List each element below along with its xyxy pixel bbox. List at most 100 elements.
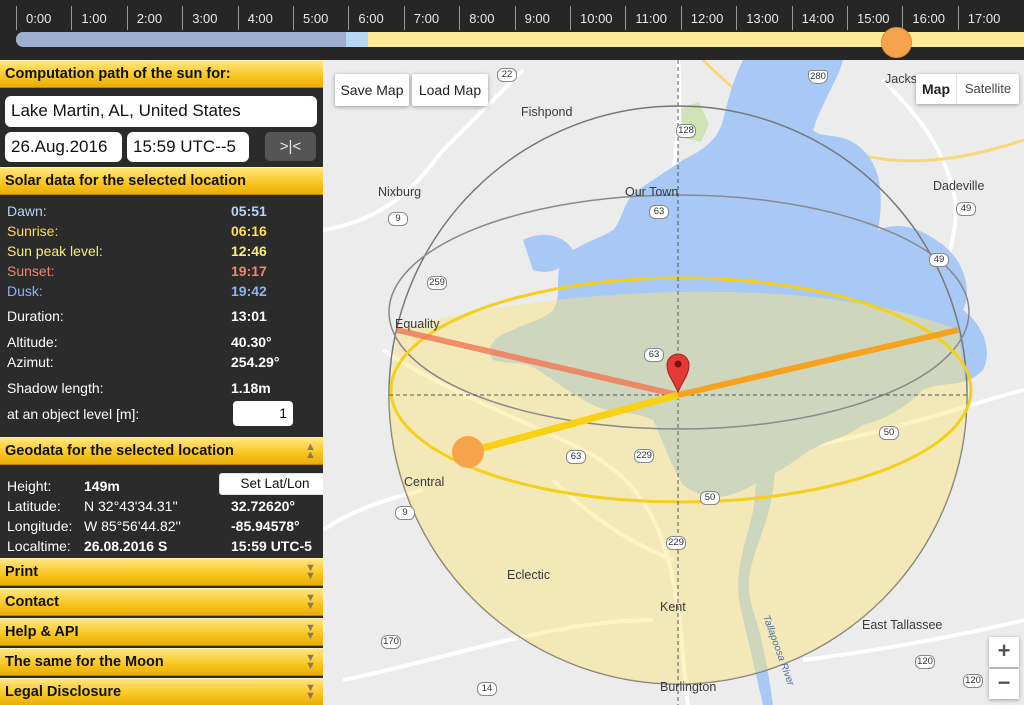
section-label: Legal Disclosure	[5, 684, 122, 700]
timeline-hour-tick[interactable]: 0:00	[16, 6, 51, 30]
solar-row-label: Dawn:	[7, 203, 47, 219]
current-sun-position	[452, 436, 484, 468]
timeline-hour-tick[interactable]: 5:00	[293, 6, 328, 30]
place-label: Burlington	[660, 680, 717, 694]
timeline-hour-tick[interactable]: 16:00	[902, 6, 945, 30]
expand-down-icon[interactable]: ▼ ▼	[304, 653, 317, 672]
timeline-hour-tick[interactable]: 9:00	[514, 6, 550, 30]
path-header: Computation path of the sun for:	[0, 60, 323, 88]
section-header[interactable]: The same for the Moon ▼ ▼	[0, 648, 323, 676]
solar-row-label: Sunrise:	[7, 223, 59, 239]
zoom-in-button[interactable]: +	[989, 637, 1019, 667]
solar-row-value: 1.18m	[231, 380, 271, 396]
timeline-hour-tick[interactable]: 2:00	[126, 6, 162, 30]
section-label: Help & API	[5, 624, 79, 640]
localtime-date: 26.08.2016 S	[84, 538, 168, 554]
place-label: Our Town	[625, 185, 679, 199]
solar-row-label: Dusk:	[7, 283, 43, 299]
map-view[interactable]: Fishpond Jacks Our Town Nixburg Dadevill…	[323, 60, 1024, 705]
geo-header[interactable]: Geodata for the selected location ▲ ▲	[0, 437, 323, 465]
localtime-label: Localtime:	[7, 538, 71, 554]
time-input[interactable]: 15:59 UTC--5	[127, 132, 249, 162]
timeline-handle[interactable]	[880, 27, 912, 58]
expand-down-icon[interactable]: ▼ ▼	[304, 593, 317, 612]
timeline-hour-tick[interactable]: 6:00	[348, 6, 384, 30]
latitude-dms: N 32°43'34.31''	[84, 498, 178, 514]
solar-row-label: at an object level [m]:	[7, 406, 140, 422]
collapse-up-icon[interactable]: ▲ ▲	[304, 442, 317, 461]
save-map-button[interactable]: Save Map	[335, 74, 409, 106]
timeline-night-segment	[16, 32, 346, 47]
road-shield: 120	[915, 655, 935, 669]
section-label: Contact	[5, 594, 59, 610]
zoom-out-button[interactable]: −	[989, 669, 1019, 699]
location-pin-dot	[674, 360, 682, 368]
timeline[interactable]: 0:00 1:00 2:00 3:00 4:00 5:00 6:00 7:00 8:00 9:00…	[0, 0, 1024, 60]
road-shield: 49	[929, 253, 949, 267]
timeline-track[interactable]	[16, 32, 1024, 47]
place-label: Nixburg	[378, 185, 422, 199]
road-shield: 50	[879, 426, 899, 440]
location-input[interactable]: Lake Martin, AL, United States	[5, 96, 317, 127]
height-label: Height:	[7, 478, 52, 494]
load-map-button[interactable]: Load Map	[412, 74, 488, 106]
solar-row-value: 254.29°	[231, 354, 280, 370]
road-shield: 170	[381, 635, 401, 649]
solar-row-value: 19:17	[231, 263, 267, 279]
solar-row-label: Sunset:	[7, 263, 55, 279]
place-label: Central	[404, 475, 445, 489]
road-shield: 63	[644, 348, 664, 362]
section-header[interactable]: Contact ▼ ▼	[0, 588, 323, 616]
map-type-map[interactable]: Map	[916, 74, 956, 104]
place-label: Eclectic	[507, 568, 551, 582]
latitude-decimal: 32.72620°	[231, 498, 295, 514]
solar-row-value: 19:42	[231, 283, 267, 299]
road-shield: 229	[634, 449, 654, 463]
timeline-hour-tick[interactable]: 14:00	[791, 6, 834, 30]
section-label: The same for the Moon	[5, 654, 164, 670]
timeline-hour-tick[interactable]: 8:00	[459, 6, 495, 30]
now-button[interactable]: >|<	[265, 132, 316, 161]
timeline-hour-tick[interactable]: 4:00	[237, 6, 273, 30]
timeline-hour-tick[interactable]: 13:00	[736, 6, 779, 30]
road-shield: 63	[566, 450, 586, 464]
road-shield: 22	[497, 68, 517, 82]
section-label: Print	[5, 564, 39, 580]
latitude-label: Latitude:	[7, 498, 61, 514]
expand-down-icon[interactable]: ▼ ▼	[304, 683, 317, 702]
road-shield: 49	[956, 202, 976, 216]
solar-row-label: Duration:	[7, 308, 64, 324]
expand-down-icon[interactable]: ▼ ▼	[304, 623, 317, 642]
expand-down-icon[interactable]: ▼ ▼	[304, 563, 317, 582]
timeline-hour-tick[interactable]: 3:00	[182, 6, 218, 30]
solar-row-value: 06:16	[231, 223, 267, 239]
timeline-hour-tick[interactable]: 17:00	[957, 6, 1000, 30]
timeline-hour-tick[interactable]: 12:00	[680, 6, 723, 30]
timeline-hour-labels: 0:00 1:00 2:00 3:00 4:00 5:00 6:00 7:00 8:00 9:00…	[16, 6, 1024, 30]
date-input[interactable]: 26.Aug.2016	[5, 132, 122, 162]
road-shield: 14	[477, 682, 497, 696]
timeline-hour-tick[interactable]: 15:00	[847, 6, 890, 30]
map-type-satellite[interactable]: Satellite	[956, 74, 1019, 104]
solar-header: Solar data for the selected location	[0, 167, 323, 195]
place-label: Jacks	[885, 72, 917, 86]
road-shield: 128	[676, 124, 696, 138]
timeline-hour-tick[interactable]: 1:00	[71, 6, 107, 30]
section-header[interactable]: Help & API ▼ ▼	[0, 618, 323, 646]
road-shield: 229	[666, 536, 686, 550]
place-label: Kent	[660, 600, 686, 614]
timeline-hour-tick[interactable]: 11:00	[625, 6, 667, 30]
timeline-hour-tick[interactable]: 10:00	[570, 6, 613, 30]
place-label: Dadeville	[933, 179, 985, 193]
set-latlon-button[interactable]: Set Lat/Lon	[219, 473, 331, 495]
object-level-input[interactable]: 1	[233, 401, 293, 426]
solar-row-label: Altitude:	[7, 334, 58, 350]
solar-row-value: 05:51	[231, 203, 267, 219]
place-label: Fishpond	[521, 105, 573, 119]
road-shield: 259	[427, 276, 447, 290]
section-header[interactable]: Print ▼ ▼	[0, 558, 323, 586]
timeline-hour-tick[interactable]: 7:00	[403, 6, 439, 30]
longitude-decimal: -85.94578°	[231, 518, 300, 534]
section-header[interactable]: Legal Disclosure ▼ ▼	[0, 678, 323, 705]
place-label: Equality	[395, 317, 440, 331]
